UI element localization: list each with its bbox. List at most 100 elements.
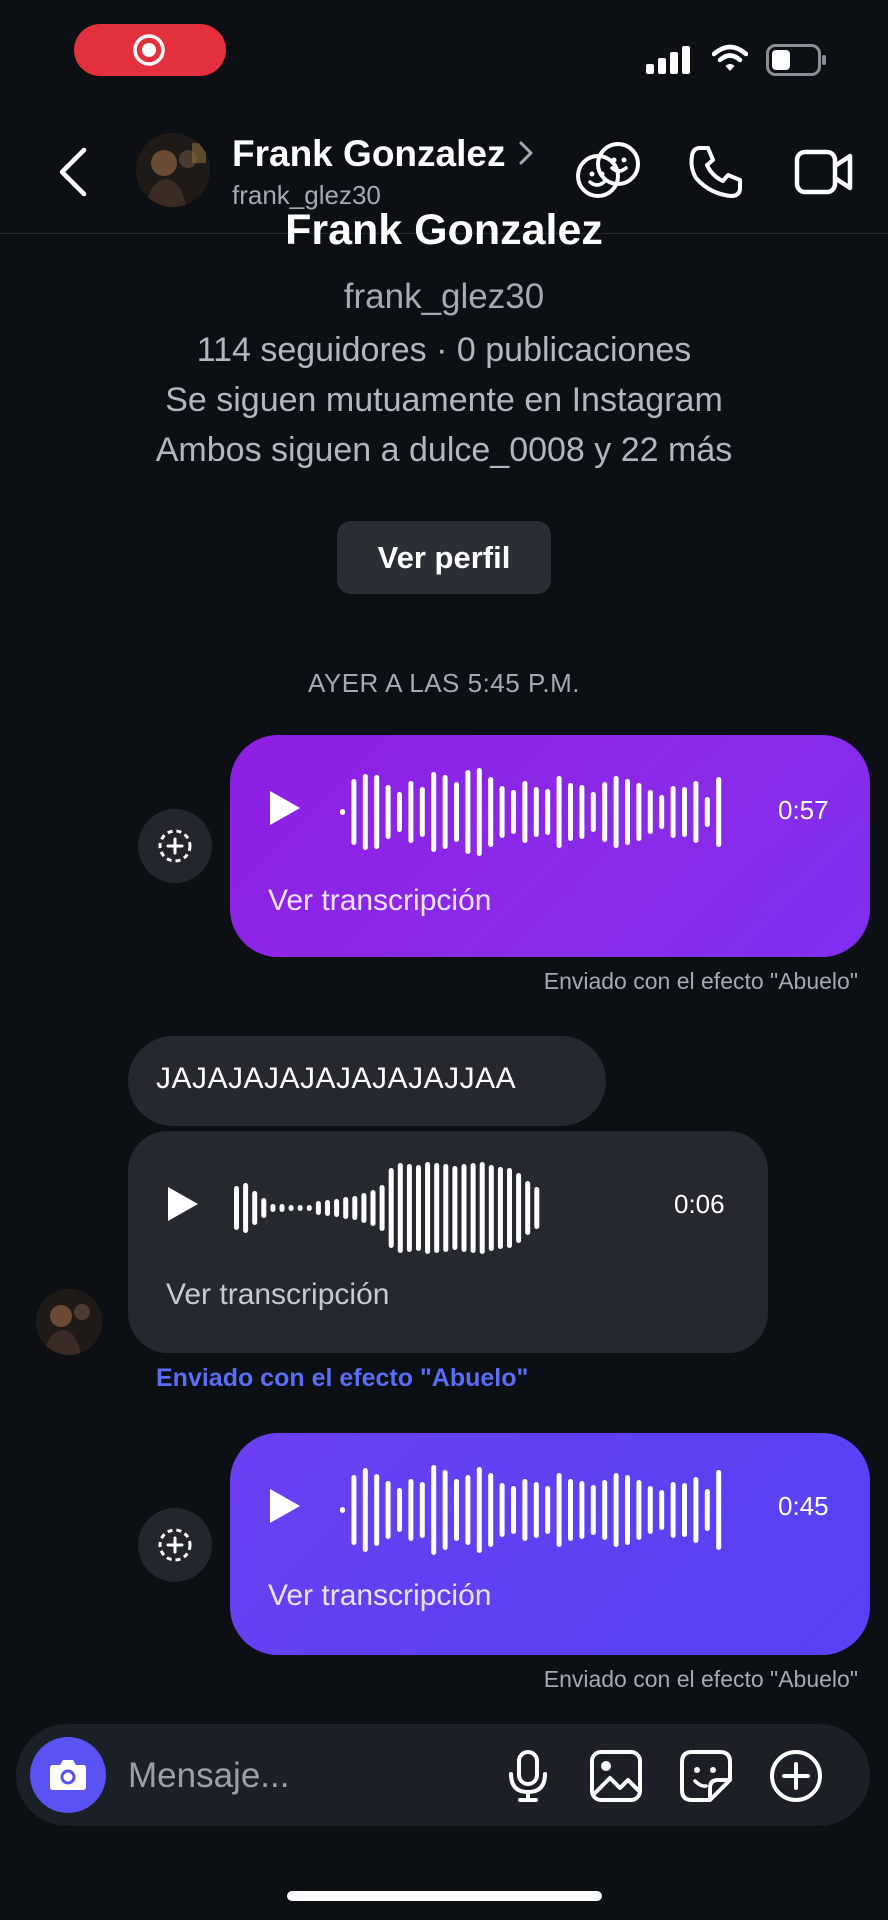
waveform-bar xyxy=(716,777,722,847)
battery-icon xyxy=(766,44,826,76)
phone-call-icon[interactable] xyxy=(686,142,746,202)
waveform-bar xyxy=(442,775,448,849)
microphone-icon[interactable] xyxy=(500,1748,556,1804)
contact-name[interactable]: Frank Gonzalez xyxy=(232,133,505,175)
waveform-bar xyxy=(385,1481,391,1539)
contact-username[interactable]: frank_glez30 xyxy=(232,180,381,211)
audio-waveform[interactable] xyxy=(340,763,728,861)
waveform-bar xyxy=(425,1162,431,1254)
waveform-bar xyxy=(340,809,345,815)
waveform-bar xyxy=(408,781,414,843)
waveform-bar xyxy=(406,1164,412,1252)
waveform-bar xyxy=(243,1183,249,1233)
waveform-bar xyxy=(234,1186,239,1230)
contact-avatar[interactable] xyxy=(136,133,210,207)
waveform-bar xyxy=(325,1200,330,1216)
waveform-bar xyxy=(397,792,402,832)
waveform-bar xyxy=(499,786,505,838)
waveform-bar xyxy=(507,1168,512,1248)
waveform-bar xyxy=(362,1468,368,1552)
waveform-bar xyxy=(454,782,459,842)
waveform-bar xyxy=(647,790,653,834)
camera-icon xyxy=(50,1760,86,1790)
view-profile-button[interactable]: Ver perfil xyxy=(337,521,551,594)
waveform-bar xyxy=(590,792,596,832)
waveform-bar xyxy=(704,1489,710,1531)
voice-message-outgoing[interactable]: 0:57 Ver transcripción xyxy=(230,735,870,957)
video-call-icon[interactable] xyxy=(794,144,854,200)
back-icon[interactable] xyxy=(54,146,94,198)
waveform-bar xyxy=(556,1473,562,1547)
play-icon[interactable] xyxy=(166,1185,200,1223)
home-indicator[interactable] xyxy=(287,1891,602,1901)
react-button[interactable] xyxy=(138,1508,212,1582)
view-transcription-link[interactable]: Ver transcripción xyxy=(268,1579,491,1613)
waveform-bar xyxy=(556,776,562,848)
friends-effects-icon[interactable] xyxy=(574,140,642,202)
waveform-bar xyxy=(297,1205,303,1211)
react-button[interactable] xyxy=(138,809,212,883)
waveform-bar xyxy=(602,782,608,842)
view-transcription-link[interactable]: Ver transcripción xyxy=(166,1278,389,1312)
profile-username: frank_glez30 xyxy=(343,277,545,316)
add-reaction-icon xyxy=(158,829,192,863)
waveform-bar xyxy=(602,1480,608,1540)
waveform-bar xyxy=(670,786,676,838)
waveform-bar xyxy=(636,1480,642,1540)
camera-button[interactable] xyxy=(30,1737,106,1813)
play-icon[interactable] xyxy=(268,789,302,827)
waveform-bar xyxy=(625,779,630,845)
waveform-bar xyxy=(431,1465,437,1555)
waveform-bar xyxy=(525,1181,531,1235)
audio-waveform[interactable] xyxy=(234,1159,544,1257)
waveform-bar xyxy=(488,1165,494,1251)
waveform-bar xyxy=(579,785,585,839)
waveform-bar xyxy=(682,787,687,837)
waveform-bar xyxy=(408,1479,414,1541)
incoming-text-message[interactable]: JAJAJAJAJAJAJAJAJJAA xyxy=(128,1036,606,1126)
waveform-bar xyxy=(488,777,494,847)
waveform-bar xyxy=(340,1507,345,1513)
waveform-bar xyxy=(465,1475,471,1545)
waveform-bar xyxy=(497,1167,503,1249)
effect-note-link[interactable]: Enviado con el efecto "Abuelo" xyxy=(156,1364,528,1393)
waveform-bar xyxy=(442,1470,448,1550)
screen-recording-indicator[interactable] xyxy=(74,24,226,76)
waveform-bar xyxy=(716,1470,722,1550)
message-input[interactable] xyxy=(126,1752,490,1800)
effect-note: Enviado con el efecto "Abuelo" xyxy=(543,968,858,994)
waveform-bar xyxy=(533,787,539,837)
waveform-bar xyxy=(261,1198,267,1218)
waveform-bar xyxy=(470,1163,476,1253)
waveform-bar xyxy=(511,1486,516,1534)
audio-waveform[interactable] xyxy=(340,1461,728,1559)
view-transcription-link[interactable]: Ver transcripción xyxy=(268,884,491,918)
waveform-bar xyxy=(397,1488,402,1532)
waveform-bar xyxy=(252,1191,258,1225)
waveform-bar xyxy=(419,1482,425,1538)
waveform-bar xyxy=(361,1193,367,1223)
waveform-bar xyxy=(659,795,665,829)
waveform-bar xyxy=(568,1479,573,1541)
waveform-bar xyxy=(636,783,642,841)
sender-avatar[interactable] xyxy=(36,1289,102,1355)
waveform-bar xyxy=(659,1490,665,1530)
waveform-bar xyxy=(516,1173,522,1243)
sticker-icon[interactable] xyxy=(678,1748,734,1804)
gallery-icon[interactable] xyxy=(588,1748,644,1804)
plus-icon[interactable] xyxy=(768,1748,824,1804)
record-icon xyxy=(133,34,165,66)
play-icon[interactable] xyxy=(268,1487,302,1525)
add-reaction-icon xyxy=(158,1528,192,1562)
voice-message-outgoing[interactable]: 0:45 Ver transcripción xyxy=(230,1433,870,1655)
chevron-right-icon[interactable] xyxy=(516,138,538,168)
waveform-bar xyxy=(374,1474,380,1546)
waveform-bar xyxy=(343,1197,349,1219)
profile-name: Frank Gonzalez xyxy=(285,212,603,254)
waveform-bar xyxy=(704,797,710,827)
waveform-bar xyxy=(579,1481,585,1539)
voice-message-incoming[interactable]: 0:06 Ver transcripción xyxy=(128,1131,768,1353)
waveform-bar xyxy=(476,1467,482,1553)
message-composer xyxy=(16,1724,870,1826)
profile-mutual-status: Se siguen mutuamente en Instagram xyxy=(165,381,723,419)
